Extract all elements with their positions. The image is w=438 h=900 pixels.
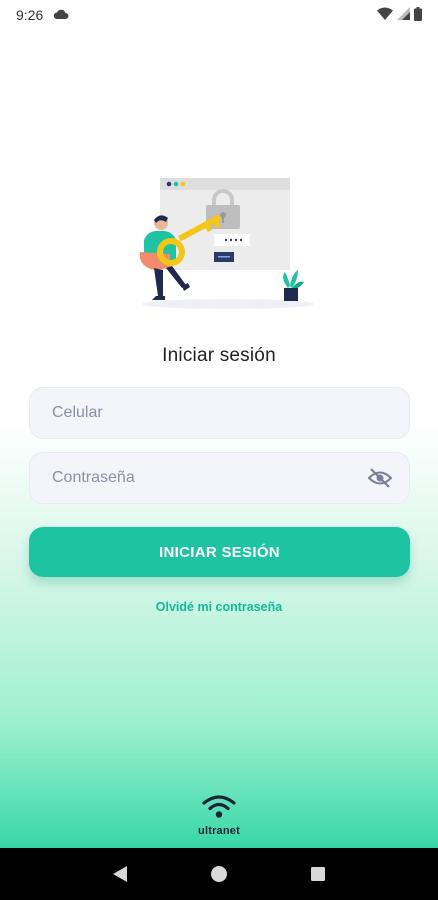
wifi-logo-icon: [202, 795, 236, 824]
eye-off-icon[interactable]: [367, 467, 393, 489]
wifi-icon: [377, 7, 393, 23]
recents-icon[interactable]: [306, 862, 330, 886]
brand-name: ultranet: [198, 825, 240, 837]
password-input[interactable]: [52, 469, 367, 487]
brand-logo: ultranet: [0, 795, 438, 837]
status-left: 9:26: [16, 7, 69, 23]
password-field[interactable]: [29, 452, 410, 504]
system-nav-bar: [0, 848, 438, 900]
status-bar: 9:26: [0, 0, 438, 30]
phone-field[interactable]: [29, 387, 410, 439]
cloud-icon: [53, 7, 69, 23]
page-title: Iniciar sesión: [162, 345, 276, 366]
battery-icon: [414, 6, 422, 24]
status-time: 9:26: [16, 7, 44, 23]
signal-icon: [397, 7, 410, 23]
login-illustration: [130, 170, 320, 315]
forgot-password-link[interactable]: Olvidé mi contraseña: [0, 600, 438, 614]
status-right: [377, 6, 422, 24]
phone-input[interactable]: [52, 404, 387, 422]
login-button[interactable]: INICIAR SESIÓN: [29, 527, 410, 577]
back-icon[interactable]: [108, 862, 132, 886]
home-icon[interactable]: [207, 862, 231, 886]
